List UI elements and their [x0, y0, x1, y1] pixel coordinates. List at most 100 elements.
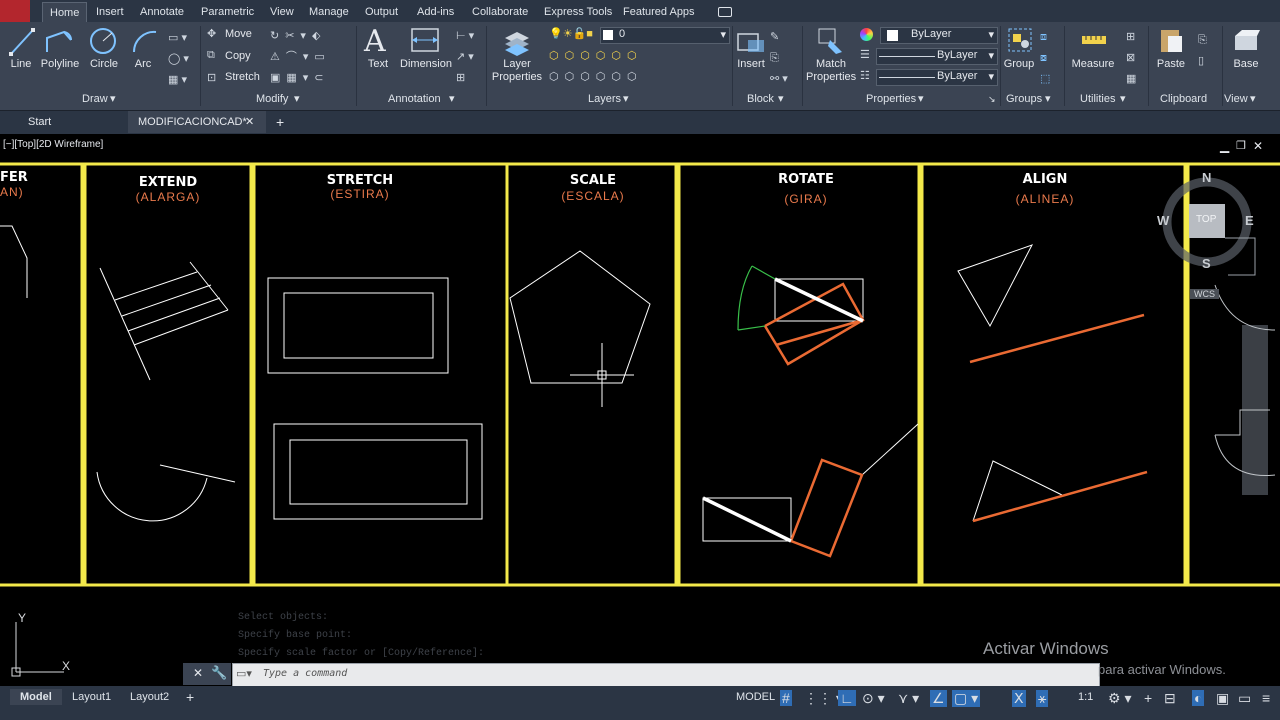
layer-dropdown[interactable]: 0 ▾ — [600, 27, 730, 44]
clipboard-small-tools[interactable]: ⎘ ▯ — [1198, 30, 1207, 72]
utilities-panel-expand-icon[interactable]: ▾ — [1120, 92, 1126, 106]
compass-east[interactable]: E — [1245, 213, 1254, 228]
linetype-dropdown[interactable]: ByLayer ▾ — [876, 69, 998, 86]
tab-layout1[interactable]: Layout1 — [72, 689, 111, 705]
block-panel-expand-icon[interactable]: ▾ — [778, 92, 784, 106]
tab-add-ins[interactable]: Add-ins — [417, 2, 454, 22]
fullscreen-icon[interactable]: ▭ — [1238, 690, 1251, 707]
color-dropdown[interactable]: ByLayer ▾ — [880, 27, 998, 44]
utilities-panel-title[interactable]: Utilities — [1080, 92, 1115, 106]
tab-featured-apps[interactable]: Featured Apps — [623, 2, 695, 22]
utilities-small-tools[interactable]: ⊞ ⊠ ▦ — [1126, 27, 1136, 90]
lineweight-dropdown[interactable]: ByLayer ▾ — [876, 48, 998, 65]
viewport-controls[interactable]: [−][Top][2D Wireframe] — [3, 139, 103, 150]
autocad-logo-icon[interactable] — [0, 0, 30, 22]
tab-layout2[interactable]: Layout2 — [130, 689, 169, 705]
object-snap-tracking-icon[interactable]: ▢ ▾ — [952, 690, 981, 707]
match-properties-button[interactable]: Match Properties — [806, 58, 856, 84]
arc-button[interactable]: Arc — [128, 58, 158, 70]
annotation-panel-title[interactable]: Annotation — [388, 92, 441, 106]
stretch-button[interactable]: Stretch — [225, 71, 260, 83]
annotation-small-tools[interactable]: ⊢ ▾ ↗ ▾ ⊞ — [456, 26, 474, 89]
command-customize-icon[interactable]: 🔧 — [211, 665, 227, 681]
modify-panel-title[interactable]: Modify — [256, 92, 288, 106]
draw-small-tools[interactable]: ▭ ▾ ◯ ▾ ▦ ▾ — [168, 28, 189, 91]
viewcube-top-face[interactable]: TOP — [1196, 214, 1216, 225]
measure-button[interactable]: Measure — [1068, 58, 1118, 70]
insert-button[interactable]: Insert — [734, 58, 768, 70]
ortho-icon[interactable]: ∟ — [838, 690, 856, 706]
layers-panel-title[interactable]: Layers — [588, 92, 621, 106]
group-small-tools[interactable]: ⧈ ⧇ ⬚ — [1040, 27, 1050, 90]
group-button[interactable]: Group — [1002, 58, 1036, 70]
autoscale-icon[interactable]: ⚹ — [1036, 690, 1049, 707]
grid-icon[interactable]: # — [780, 690, 792, 706]
drawing-canvas[interactable] — [0, 160, 1280, 590]
annotation-panel-expand-icon[interactable]: ▾ — [449, 92, 455, 106]
polyline-button[interactable]: Polyline — [38, 58, 82, 70]
tab-output[interactable]: Output — [365, 2, 398, 22]
tab-insert[interactable]: Insert — [96, 2, 124, 22]
add-layout-icon[interactable]: + — [186, 689, 194, 705]
move-button[interactable]: Move — [225, 28, 252, 40]
tab-model[interactable]: Model — [10, 689, 62, 705]
text-button[interactable]: Text — [364, 58, 392, 70]
polar-icon[interactable]: ⊙ ▾ — [862, 690, 885, 707]
tab-annotate[interactable]: Annotate — [140, 2, 184, 22]
view-panel-expand-icon[interactable]: ▾ — [1250, 92, 1256, 106]
draw-panel-title[interactable]: Draw — [82, 92, 108, 106]
dimension-button[interactable]: Dimension — [398, 58, 454, 70]
draw-panel-expand-icon[interactable]: ▾ — [110, 92, 116, 106]
tab-express-tools[interactable]: Express Tools — [544, 2, 612, 22]
clean-screen-icon[interactable]: ▣ — [1216, 690, 1229, 707]
layer-tools-row-1[interactable]: ⬡⬡⬡⬡⬡⬡ — [549, 49, 643, 62]
layer-properties-button[interactable]: Layer Properties — [490, 58, 544, 84]
ucs-menu[interactable]: WCS — [1190, 289, 1219, 299]
tab-parametric[interactable]: Parametric — [201, 2, 254, 22]
base-button[interactable]: Base — [1228, 58, 1264, 70]
block-panel-title[interactable]: Block — [747, 92, 774, 106]
compass-south[interactable]: S — [1202, 256, 1211, 271]
groups-panel-title[interactable]: Groups — [1006, 92, 1042, 106]
layers-panel-expand-icon[interactable]: ▾ — [623, 92, 629, 106]
copy-button[interactable]: Copy — [225, 50, 251, 62]
modify-small-tools[interactable]: ↻✂▾⬖ ⚠⌒▾▭ ▣▦▾⊂ — [270, 26, 331, 89]
properties-launcher-icon[interactable]: ↘ — [988, 92, 996, 106]
line-button[interactable]: Line — [4, 58, 38, 70]
model-space-toggle[interactable]: MODEL — [736, 689, 775, 705]
tab-view[interactable]: View — [270, 2, 294, 22]
properties-panel-expand-icon[interactable]: ▾ — [918, 92, 924, 106]
properties-panel-title[interactable]: Properties — [866, 92, 916, 106]
tab-collaborate[interactable]: Collaborate — [472, 2, 528, 22]
layer-tools-row-2[interactable]: ⬡⬡⬡⬡⬡⬡ — [549, 70, 643, 83]
annotation-monitor-icon[interactable]: + — [1144, 690, 1152, 706]
circle-button[interactable]: Circle — [84, 58, 124, 70]
workspace-icon[interactable]: ⚙ ▾ — [1108, 690, 1131, 707]
groups-panel-expand-icon[interactable]: ▾ — [1045, 92, 1051, 106]
restore-viewport-icon[interactable]: ❐ — [1236, 139, 1246, 152]
tab-manage[interactable]: Manage — [309, 2, 349, 22]
command-recent-icon[interactable]: ▭▾ — [236, 667, 252, 680]
annotation-scale[interactable]: 1:1 — [1078, 689, 1093, 705]
command-close-icon[interactable]: ✕ — [193, 666, 203, 680]
isodraft-icon[interactable]: ∠ — [930, 690, 947, 707]
compass-north[interactable]: N — [1202, 170, 1211, 185]
units-icon[interactable]: ⊟ — [1164, 690, 1176, 707]
tab-start[interactable]: Start — [28, 114, 51, 130]
close-viewport-icon[interactable]: ✕ — [1253, 139, 1263, 153]
quick-properties-icon[interactable]: ◐ — [1192, 690, 1205, 706]
block-small-tools[interactable]: ✎ ⎘ ⚯ ▾ — [770, 27, 788, 90]
tab-home[interactable]: Home — [42, 2, 88, 23]
minimize-viewport-icon[interactable]: ▁ — [1220, 139, 1229, 153]
new-tab-icon[interactable]: + — [276, 114, 284, 130]
osnap-icon[interactable]: ⋎ ▾ — [898, 690, 919, 707]
compass-west[interactable]: W — [1157, 213, 1169, 228]
view-panel-title[interactable]: View — [1224, 92, 1248, 106]
ribbon-minimize-icon[interactable] — [718, 7, 732, 17]
command-input[interactable]: ▭▾ Type a command — [232, 663, 1100, 687]
modify-panel-expand-icon[interactable]: ▾ — [294, 92, 300, 106]
annotation-visibility-icon[interactable]: Ⅹ — [1012, 690, 1026, 707]
paste-button[interactable]: Paste — [1154, 58, 1188, 70]
close-tab-icon[interactable]: ✕ — [245, 114, 254, 130]
customize-icon[interactable]: ≡ — [1262, 690, 1270, 706]
